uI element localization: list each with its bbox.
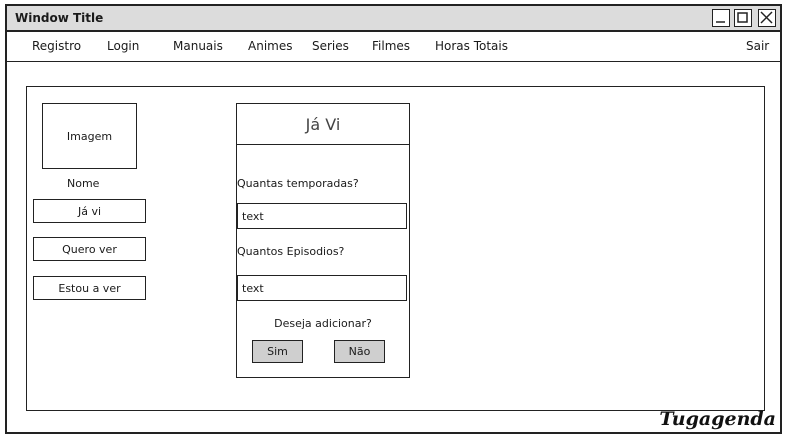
quero-ver-button[interactable]: Quero ver [33, 237, 146, 261]
window-title: Window Title [15, 11, 104, 25]
maximize-icon [737, 12, 748, 23]
image-placeholder-label: Imagem [66, 129, 113, 143]
episodes-input[interactable] [237, 275, 407, 301]
menu-item-horas-totais[interactable]: Horas Totais [435, 39, 508, 53]
seasons-question-label: Quantas temporadas? [237, 177, 359, 190]
estou-a-ver-button[interactable]: Estou a ver [33, 276, 146, 300]
media-image-placeholder: Imagem [42, 103, 137, 169]
menu-item-animes[interactable]: Animes [248, 39, 292, 53]
menu-item-login[interactable]: Login [107, 39, 139, 53]
episodes-question-label: Quantos Episodios? [237, 245, 345, 258]
ja-vi-button[interactable]: Já vi [33, 199, 146, 223]
minimize-icon [716, 21, 725, 23]
menu-item-filmes[interactable]: Filmes [372, 39, 410, 53]
menu-item-manuais[interactable]: Manuais [173, 39, 223, 53]
yes-button[interactable]: Sim [252, 340, 303, 363]
menu-item-registro[interactable]: Registro [32, 39, 81, 53]
minimize-button[interactable] [712, 9, 730, 27]
no-button[interactable]: Não [334, 340, 385, 363]
close-button[interactable] [758, 9, 776, 27]
seasons-input[interactable] [237, 203, 407, 229]
menu-item-sair[interactable]: Sair [746, 39, 769, 53]
menu-item-series[interactable]: Series [312, 39, 349, 53]
ja-vi-dialog: Já Vi Quantas temporadas? Quantos Episod… [236, 103, 410, 378]
title-bar[interactable]: Window Title [7, 6, 780, 32]
dialog-title: Já Vi [237, 104, 409, 145]
media-name-label: Nome [67, 177, 100, 190]
brand-logo-text: Tugagenda [659, 408, 776, 430]
confirm-question-label: Deseja adicionar? [274, 317, 372, 330]
menu-bar: Registro Login Manuais Animes Series Fil… [7, 32, 780, 62]
maximize-button[interactable] [734, 9, 752, 27]
close-icon [760, 11, 773, 24]
app-window: Window Title Registro Login Manuais Anim… [5, 4, 782, 434]
